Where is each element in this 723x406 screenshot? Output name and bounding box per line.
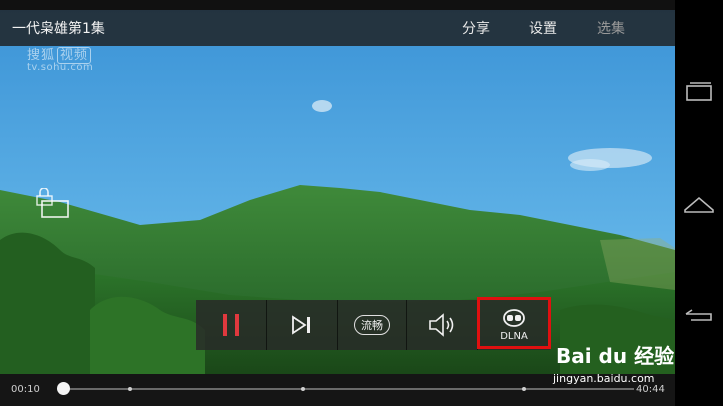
settings-button[interactable]: 设置 (529, 18, 557, 38)
system-nav-bar (675, 0, 723, 406)
back-icon[interactable] (683, 304, 715, 328)
pause-button[interactable] (196, 300, 266, 350)
volume-button[interactable] (407, 300, 477, 350)
quality-button[interactable]: 流畅 (338, 300, 406, 350)
video-player-screen: 一代枭雄第1集 分享 设置 选集 搜狐 视频 tv.sohu.com 流畅 DL… (0, 0, 675, 406)
recents-icon[interactable] (683, 80, 715, 104)
progress-tick (301, 387, 305, 391)
baidu-jingyan-watermark: Bai du 经验 (556, 344, 675, 368)
baidu-jingyan-url: jingyan.baidu.com (553, 372, 655, 385)
next-icon (292, 315, 310, 335)
progress-track[interactable] (64, 388, 634, 390)
sohu-domain: tv.sohu.com (27, 62, 94, 73)
next-button[interactable] (267, 300, 337, 350)
volume-icon (429, 313, 454, 337)
episodes-button[interactable]: 选集 (597, 18, 625, 38)
pause-icon (223, 314, 239, 336)
progress-tick (128, 387, 132, 391)
current-time: 00:10 (11, 384, 40, 395)
progress-tick (522, 387, 526, 391)
status-bar (0, 0, 675, 10)
total-time: 40:44 (636, 384, 665, 395)
lock-icon[interactable] (36, 187, 72, 222)
home-icon[interactable] (683, 192, 715, 216)
share-button[interactable]: 分享 (462, 18, 490, 38)
video-title: 一代枭雄第1集 (12, 21, 105, 37)
progress-thumb[interactable] (57, 382, 70, 395)
quality-label: 流畅 (354, 315, 390, 335)
sohu-watermark: 搜狐 视频 (27, 44, 92, 64)
dlna-highlight-box (477, 297, 551, 349)
sohu-brand: 搜狐 (27, 48, 56, 63)
